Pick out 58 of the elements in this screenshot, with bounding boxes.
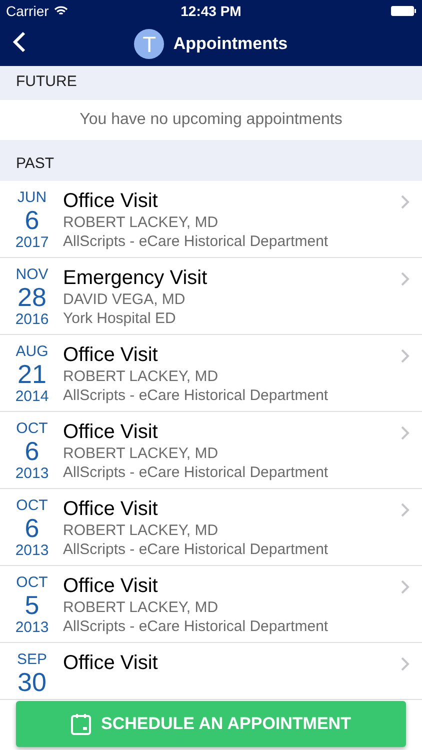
date-month: AUG [16,343,48,361]
doctor-name: ROBERT LACKEY, MD [63,598,220,617]
visit-type: Office Visit [63,497,159,521]
section-title: FUTURE [16,72,77,92]
empty-message: You have no upcoming appointments [80,110,342,130]
page-title: Appointments [173,33,288,56]
location-text: AllScripts - eCare Historical Department [63,617,330,636]
chevron-icon [401,349,410,363]
visit-type: Office Visit [63,420,159,444]
doctor-name: ROBERT LACKEY, MD [63,367,220,386]
date-month: OCT [16,574,48,592]
date-month: SEP [16,651,47,669]
chevron-icon [401,503,410,517]
date-day: 6 [24,515,40,541]
location-text: AllScripts - eCare Historical Department [63,540,330,559]
date-day: 6 [24,438,40,464]
chevron-icon [401,426,410,440]
chevron-icon [401,272,410,286]
date-year: 2017 [15,233,49,253]
visit-type: Office Visit [63,189,159,213]
battery-icon [391,6,416,16]
date-day: 28 [18,284,46,310]
date-month: JUN [17,189,47,207]
date-year: 2013 [15,618,49,638]
date-month: NOV [16,266,48,284]
back-icon [12,31,26,53]
visit-type: Office Visit [63,343,159,367]
location-text: York Hospital ED [63,309,177,328]
visit-type: Office Visit [63,651,159,675]
doctor-name: ROBERT LACKEY, MD [63,213,220,232]
date-year: 2013 [15,541,49,561]
calendar-icon [71,713,91,735]
date-day: 5 [24,592,40,618]
date-day: 6 [24,207,40,233]
chevron-icon [401,580,410,594]
visit-type: Emergency Visit [63,266,208,290]
wifi-icon [54,6,68,16]
location-text: AllScripts - eCare Historical Department [63,386,330,405]
back-button[interactable] [12,31,26,53]
location-text: AllScripts - eCare Historical Department [63,232,330,251]
chevron-icon [401,195,410,209]
date-day: 30 [18,669,46,695]
carrier-text: Carrier [6,2,49,20]
doctor-name: ROBERT LACKEY, MD [63,444,220,463]
clock-text: 12:43 PM [180,2,242,20]
location-text: AllScripts - eCare Historical Department [63,463,330,482]
date-year: 2014 [15,387,49,407]
doctor-name: ROBERT LACKEY, MD [63,521,220,540]
date-day: 21 [18,361,46,387]
avatar: T [134,29,164,59]
chevron-icon [401,657,410,671]
date-month: OCT [16,497,48,515]
doctor-name: DAVID VEGA, MD [63,290,186,309]
visit-type: Office Visit [63,574,159,598]
date-year: 2013 [15,464,49,484]
date-year: 2016 [15,310,49,330]
date-month: OCT [16,420,48,438]
section-title: PAST [16,154,54,174]
